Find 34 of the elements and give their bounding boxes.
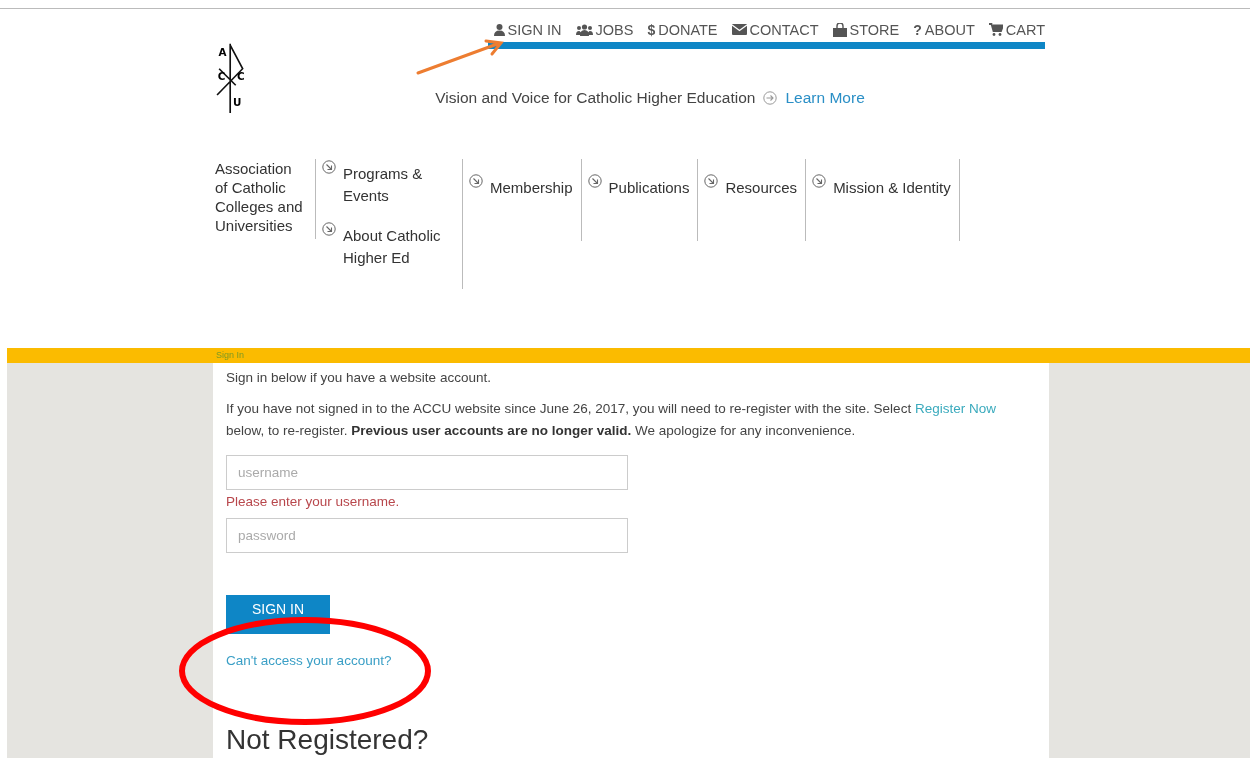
password-field[interactable]: password <box>226 518 628 553</box>
user-icon <box>493 23 505 36</box>
error-message: Please enter your username. <box>226 494 401 509</box>
menu-item[interactable]: Mission & Identity <box>812 173 951 199</box>
intro-text: Sign in below if you have a website account. <box>226 369 492 387</box>
section-heading: Not Registered? <box>226 724 430 756</box>
icon-glyph: ? <box>913 21 922 38</box>
organization-name: Association of Catholic Colleges and Universities <box>215 159 304 235</box>
circle-arrow-icon <box>322 160 336 174</box>
logo[interactable]: A C C U <box>215 25 250 129</box>
nav-link[interactable]: CONTACT <box>731 20 819 39</box>
notice-text: If you have not signed in to the ACCU website since June 26, 2017, you will need to re-register with the site. Select Register Now below, to re-register. Previous user accounts are no longer valid. We apologize for any inconvenience. <box>226 400 997 440</box>
menu-item[interactable]: About Catholic Higher Ed <box>322 221 454 269</box>
nav-link[interactable]: SIGN IN <box>493 20 562 39</box>
nav-link[interactable]: STORE <box>832 20 900 39</box>
menu-item[interactable]: Publications <box>587 173 690 199</box>
icon-glyph: $ <box>647 21 656 38</box>
nav-link[interactable]: $ DONATE <box>647 20 718 39</box>
menu-item[interactable]: Programs & Events <box>322 159 454 207</box>
circle-arrow-icon <box>763 91 778 105</box>
menu-item[interactable]: Resources <box>704 173 798 199</box>
nav-link[interactable]: CART <box>988 20 1045 39</box>
shopping-bag-icon <box>832 22 847 37</box>
tagline: Vision and Voice for Catholic Higher Education <box>435 89 756 107</box>
cart-icon <box>988 23 1003 36</box>
nav-link[interactable]: ? ABOUT <box>913 20 975 39</box>
menu-item[interactable]: Membership <box>469 173 573 199</box>
username-field[interactable]: username <box>226 455 628 490</box>
group-icon <box>575 23 593 36</box>
learn-more-link[interactable]: Learn More <box>785 89 865 107</box>
circle-arrow-icon <box>469 174 483 188</box>
envelope-icon <box>731 24 747 35</box>
circle-arrow-icon <box>322 222 336 236</box>
nav-link[interactable]: JOBS <box>575 20 634 39</box>
